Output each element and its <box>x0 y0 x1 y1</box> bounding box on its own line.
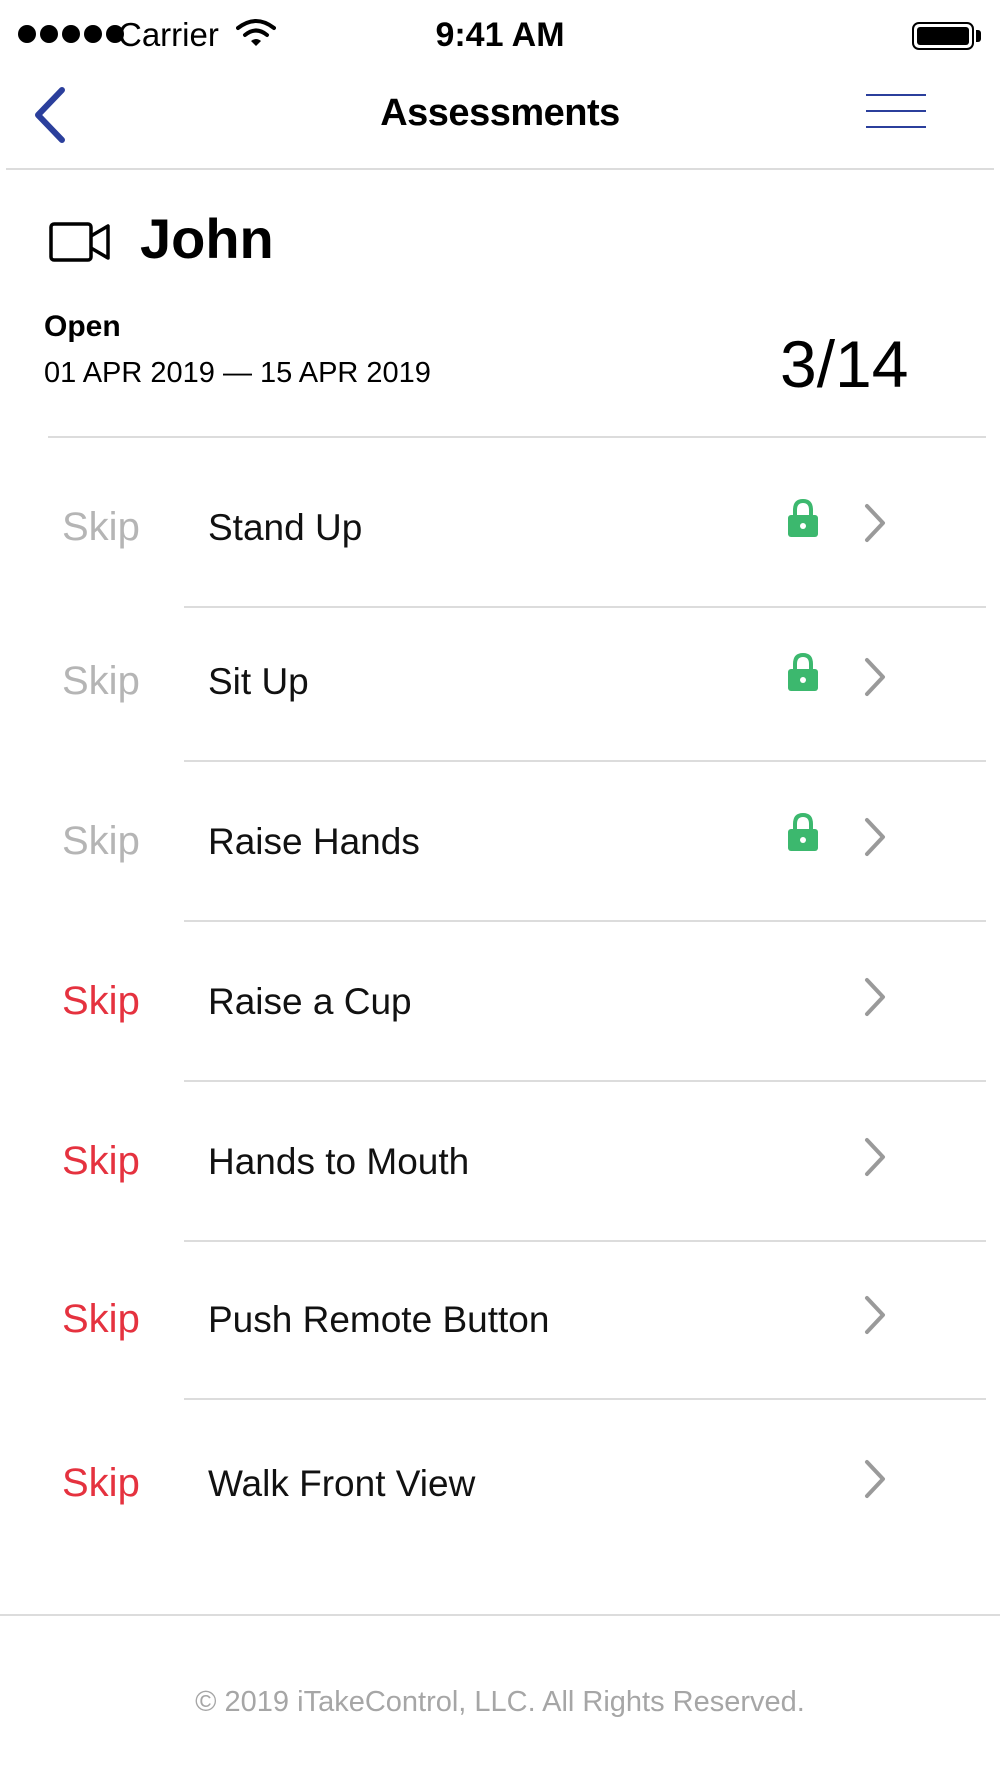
skip-button[interactable]: Skip <box>62 1139 140 1184</box>
skip-button[interactable]: Skip <box>62 659 140 704</box>
skip-button[interactable]: Skip <box>62 1297 140 1342</box>
lock-icon <box>788 812 818 851</box>
assessment-title: Raise Hands <box>208 821 420 862</box>
chevron-right-icon <box>865 1138 885 1176</box>
skip-button[interactable]: Skip <box>62 505 140 550</box>
assessment-title: Stand Up <box>208 507 363 548</box>
lock-icon <box>788 652 818 691</box>
chevron-right-icon <box>865 818 885 856</box>
assessment-title: Raise a Cup <box>208 981 412 1022</box>
battery-icon <box>912 22 974 50</box>
footer: © 2019 iTakeControl, LLC. All Rights Res… <box>0 1614 1000 1778</box>
assessment-title: Sit Up <box>208 661 309 702</box>
lock-icon <box>788 498 818 537</box>
assessment-row[interactable]: Skip Raise Hands <box>0 752 1000 930</box>
page-title: Assessments <box>380 92 620 134</box>
assessment-title: Push Remote Button <box>208 1299 550 1340</box>
menu-button[interactable] <box>866 94 932 140</box>
menu-line <box>866 126 926 128</box>
patient-name: John <box>140 207 274 270</box>
navigation-bar: Assessments <box>6 66 994 170</box>
assessment-row[interactable]: Skip Sit Up <box>0 592 1000 770</box>
video-camera-icon <box>49 222 110 262</box>
skip-button[interactable]: Skip <box>62 819 140 864</box>
assessments-screen: Carrier 9:41 AM Assessments John Open 01… <box>0 0 1000 1778</box>
date-range: 01 APR 2019 — 15 APR 2019 <box>44 357 431 389</box>
assessment-row[interactable]: Skip Raise a Cup <box>0 912 1000 1090</box>
hamburger-menu-icon <box>866 94 926 96</box>
skip-button[interactable]: Skip <box>62 979 140 1024</box>
menu-line <box>866 110 926 112</box>
assessment-row[interactable]: Skip Push Remote Button <box>0 1230 1000 1408</box>
status-time: 9:41 AM <box>435 16 565 54</box>
copyright-text: © 2019 iTakeControl, LLC. All Rights Res… <box>195 1686 805 1718</box>
assessment-row[interactable]: Skip Walk Front View <box>0 1394 1000 1572</box>
assessment-row[interactable]: Skip Stand Up <box>0 438 1000 616</box>
chevron-right-icon <box>865 978 885 1016</box>
chevron-right-icon <box>865 1460 885 1498</box>
progress-count: 3/14 <box>780 327 909 401</box>
assessment-status: Open <box>44 310 121 343</box>
chevron-right-icon <box>865 504 885 542</box>
assessment-list[interactable]: Skip Stand Up Skip Sit Up Skip Raise Han… <box>0 438 1000 1614</box>
chevron-right-icon <box>865 1296 885 1334</box>
assessment-row[interactable]: Skip Hands to Mouth <box>0 1072 1000 1250</box>
assessment-title: Hands to Mouth <box>208 1141 470 1182</box>
battery-tip <box>976 30 981 42</box>
status-bar: Carrier 9:41 AM <box>0 0 1000 66</box>
skip-button[interactable]: Skip <box>62 1461 140 1506</box>
assessment-title: Walk Front View <box>208 1463 476 1504</box>
chevron-right-icon <box>865 658 885 696</box>
